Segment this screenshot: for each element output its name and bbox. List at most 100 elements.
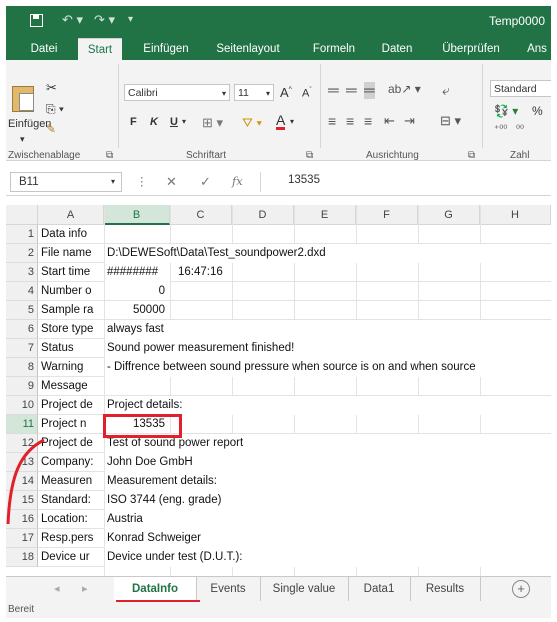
tab-ueberpruefen[interactable]: Überprüfen — [432, 38, 510, 60]
cell-b[interactable]: 0 — [105, 282, 169, 301]
font-size-select[interactable]: 11 ▾ — [234, 84, 274, 101]
font-name-select[interactable]: Calibri ▾ — [124, 84, 230, 101]
tab-start[interactable]: Start — [78, 38, 122, 61]
tab-daten[interactable]: Daten — [374, 38, 420, 60]
row-header[interactable]: 17 — [6, 529, 38, 548]
row-header[interactable]: 5 — [6, 301, 38, 320]
insert-function-button[interactable]: fx — [232, 174, 243, 188]
cell-b[interactable]: Sound power measurement finished! — [105, 339, 551, 358]
orientation-icon[interactable]: ab↗ ▾ — [388, 82, 421, 96]
cell-a[interactable]: Sample ra — [39, 301, 104, 320]
row-header[interactable]: 8 — [6, 358, 38, 377]
increase-indent-icon[interactable]: ⇥ — [404, 113, 415, 129]
row-header[interactable]: 1 — [6, 225, 38, 244]
column-header-f[interactable]: F — [356, 205, 418, 225]
column-header-g[interactable]: G — [418, 205, 480, 225]
font-launcher-icon[interactable]: ⧉ — [306, 150, 313, 161]
cancel-icon[interactable]: ✕ — [166, 174, 177, 190]
cell-b[interactable]: Austria — [105, 510, 551, 529]
save-icon[interactable] — [30, 14, 43, 27]
font-color-icon[interactable]: A — [276, 113, 286, 130]
format-painter-icon[interactable]: ✎ — [46, 122, 56, 136]
cell-b[interactable]: John Doe GmbH — [105, 453, 551, 472]
align-center-icon[interactable]: ≡ — [346, 113, 354, 129]
cell-a[interactable]: Start time — [39, 263, 104, 282]
cell-a[interactable]: Project de — [39, 434, 104, 453]
merge-center-icon[interactable]: ⊟ ▾ — [440, 113, 461, 129]
formula-input[interactable]: 13535 — [288, 174, 320, 186]
cell-b[interactable]: - Diffrence between sound pressure when … — [105, 358, 551, 377]
tab-einfuegen[interactable]: Einfügen — [134, 38, 198, 60]
fill-color-icon[interactable]: ⛛ ▾ — [242, 115, 262, 131]
sheet-tab-data1[interactable]: Data1 — [348, 577, 411, 601]
increase-decimal-icon[interactable]: ⁺⁰⁰ — [494, 124, 507, 135]
row-header[interactable]: 3 — [6, 263, 38, 282]
column-header-a[interactable]: A — [38, 205, 104, 225]
column-header-c[interactable]: C — [170, 205, 232, 225]
cell-c[interactable]: 16:47:16 — [176, 263, 238, 282]
paste-icon[interactable] — [12, 86, 34, 112]
cell-b[interactable]: ISO 3744 (eng. grade) — [105, 491, 551, 510]
row-header[interactable]: 6 — [6, 320, 38, 339]
worksheet-grid[interactable]: A B C D E F G H 1 Data info 2 File name D:\D… — [6, 205, 551, 576]
align-right-icon[interactable]: ≡ — [364, 113, 372, 129]
cell-a[interactable]: File name — [39, 244, 104, 263]
cell-a[interactable]: Status — [39, 339, 104, 358]
column-header-e[interactable]: E — [294, 205, 356, 225]
row-header[interactable]: 11 — [6, 415, 38, 434]
cell-a[interactable]: Project n — [39, 415, 104, 434]
cut-icon[interactable]: ✂ — [46, 80, 57, 96]
paste-dropdown-icon[interactable]: ▾ — [20, 134, 25, 145]
cell-b[interactable]: Konrad Schweiger — [105, 529, 551, 548]
decrease-decimal-icon[interactable]: ⁰⁰ — [516, 124, 524, 135]
alignment-launcher-icon[interactable]: ⧉ — [468, 150, 475, 161]
grow-font-icon[interactable]: A^ — [280, 85, 292, 100]
number-format-select[interactable]: Standard — [490, 80, 551, 97]
customize-quick-access-icon[interactable]: ▾ — [128, 14, 133, 25]
align-top-icon[interactable]: ═ — [328, 82, 339, 99]
select-all-corner[interactable] — [6, 205, 38, 225]
cell-a[interactable]: Store type — [39, 320, 104, 339]
cell-a[interactable]: Message — [39, 377, 104, 396]
row-header[interactable]: 7 — [6, 339, 38, 358]
row-header[interactable]: 2 — [6, 244, 38, 263]
sheet-tab-results[interactable]: Results — [410, 577, 481, 601]
underline-button[interactable]: U — [170, 116, 178, 128]
cell-b[interactable]: D:\DEWESoft\Data\Test_soundpower2.dxd — [105, 244, 551, 263]
scroll-left-icon[interactable]: ◂ — [54, 582, 60, 595]
shrink-font-icon[interactable]: Aˇ — [302, 87, 312, 100]
row-header[interactable]: 9 — [6, 377, 38, 396]
cell-b[interactable]: 50000 — [105, 301, 169, 320]
decrease-indent-icon[interactable]: ⇤ — [384, 113, 395, 129]
sheet-tab-single-value[interactable]: Single value — [260, 577, 349, 601]
align-left-icon[interactable]: ≡ — [328, 113, 336, 129]
percent-button[interactable]: % — [532, 104, 543, 118]
tab-seitenlayout[interactable]: Seitenlayout — [206, 38, 290, 60]
borders-icon[interactable]: ⊞ ▾ — [202, 115, 223, 131]
tab-formeln[interactable]: Formeln — [306, 38, 362, 60]
align-bottom-icon[interactable]: ═ — [364, 82, 375, 99]
column-header-h[interactable]: H — [480, 205, 551, 225]
row-header[interactable]: 10 — [6, 396, 38, 415]
row-header[interactable]: 4 — [6, 282, 38, 301]
cell-b[interactable]: Device under test (D.U.T.): — [105, 548, 551, 567]
column-header-d[interactable]: D — [232, 205, 294, 225]
sheet-tab-events[interactable]: Events — [196, 577, 261, 601]
enter-icon[interactable]: ✓ — [200, 174, 211, 190]
cell-a[interactable]: Standard: — [39, 491, 104, 510]
undo-icon[interactable]: ↶ ▾ — [62, 12, 83, 28]
cell-a[interactable]: Project de — [39, 396, 104, 415]
cell-b[interactable]: Measurement details: — [105, 472, 551, 491]
italic-button[interactable]: K — [150, 116, 158, 128]
cell-a[interactable]: Resp.pers — [39, 529, 104, 548]
tab-datei[interactable]: Datei — [24, 38, 64, 60]
cell-a[interactable]: Company: — [39, 453, 104, 472]
cell-b[interactable]: Project details: — [105, 396, 551, 415]
cell-b[interactable]: always fast — [105, 320, 551, 339]
clipboard-launcher-icon[interactable]: ⧉ — [106, 150, 113, 161]
bold-button[interactable]: F — [130, 116, 137, 128]
copy-icon[interactable]: ⎘ ▾ — [46, 102, 64, 117]
currency-icon[interactable]: 💱 ▾ — [494, 104, 518, 118]
cell-a[interactable]: Device ur — [39, 548, 104, 567]
chevron-down-icon[interactable]: ▾ — [290, 117, 294, 126]
